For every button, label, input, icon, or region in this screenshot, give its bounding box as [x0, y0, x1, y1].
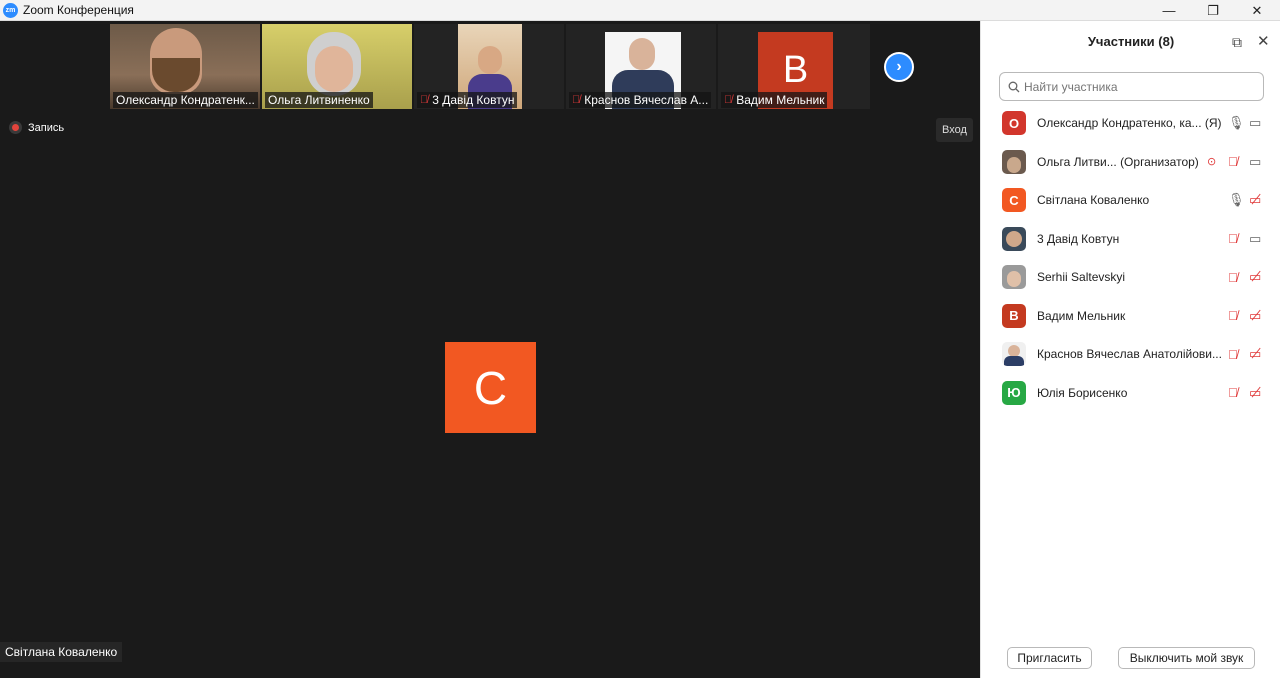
- participant-name: Олександр Кондратенко, ка... (Я): [1037, 116, 1222, 131]
- participant-row[interactable]: В Вадим Мельник 🎙̸ ▭̸: [981, 297, 1280, 336]
- mic-muted-icon[interactable]: 🎙̸: [1228, 270, 1238, 285]
- camera-icon[interactable]: ▭: [1249, 154, 1261, 170]
- gallery-tile-name: 🎙̸ Вадим Мельник: [721, 92, 828, 108]
- avatar: О: [1002, 111, 1026, 136]
- video-stage: Олександр Кондратенк... Ольга Литвиненко…: [0, 21, 980, 678]
- recording-icon: ⊙: [1207, 156, 1217, 169]
- participant-name: Serhii Saltevskyi: [1037, 270, 1126, 285]
- avatar: С: [1002, 188, 1026, 213]
- gallery-tile-name: 🎙̸ 3 Давід Ковтун: [417, 92, 518, 108]
- person-face: [478, 46, 502, 74]
- restore-button[interactable]: ❐: [1190, 0, 1236, 21]
- chevron-right-icon: ›: [896, 58, 902, 75]
- gallery-tile[interactable]: 🎙̸ Краснов Вячеслав А...: [566, 24, 716, 109]
- title-bar: zm Zoom Конференция — ❐ ✕: [0, 0, 1280, 21]
- avatar: [1002, 226, 1026, 251]
- participant-row[interactable]: Serhii Saltevskyi 🎙̸ ▭̸: [981, 258, 1280, 297]
- participant-name: Вадим Мельник: [1037, 308, 1126, 323]
- record-icon: [9, 121, 22, 134]
- camera-off-icon[interactable]: ▭̸: [1249, 346, 1261, 362]
- avatar: Ю: [1002, 380, 1026, 405]
- camera-off-icon[interactable]: ▭̸: [1249, 308, 1261, 324]
- avatar: В: [1002, 303, 1026, 328]
- gallery-tile-name: Ольга Литвиненко: [265, 92, 373, 108]
- active-speaker-avatar: С: [445, 342, 536, 433]
- participant-name: Краснов Вячеслав Анатолійови...: [1037, 347, 1222, 362]
- mic-muted-icon[interactable]: 🎙̸: [1228, 154, 1238, 169]
- mic-muted-icon: 🎙̸: [572, 94, 581, 106]
- gallery-tile[interactable]: Олександр Кондратенк...: [110, 24, 260, 109]
- gallery-tile[interactable]: В 🎙̸ Вадим Мельник: [718, 24, 870, 109]
- avatar: [1002, 149, 1026, 174]
- mic-muted-icon[interactable]: 🎙̸: [1228, 347, 1238, 362]
- recording-label: Запись: [28, 121, 65, 134]
- mute-me-button[interactable]: Выключить мой звук: [1118, 647, 1255, 669]
- participant-row[interactable]: 3 Давід Ковтун 🎙̸ ▭: [981, 220, 1280, 259]
- mic-muted-icon: 🎙̸: [420, 94, 429, 106]
- person-face: [629, 38, 655, 70]
- avatar: [1002, 342, 1026, 367]
- mic-icon[interactable]: 🎙: [1228, 115, 1245, 131]
- close-window-button[interactable]: ✕: [1234, 0, 1280, 21]
- camera-icon[interactable]: ▭: [1249, 115, 1261, 131]
- participant-row[interactable]: Краснов Вячеслав Анатолійови... 🎙̸ ▭̸: [981, 335, 1280, 374]
- mic-muted-icon[interactable]: 🎙̸: [1228, 231, 1238, 246]
- gallery-tile[interactable]: 🎙̸ 3 Давід Ковтун: [414, 24, 564, 109]
- participant-row[interactable]: Ю Юлія Борисенко 🎙̸ ▭̸: [981, 374, 1280, 413]
- participant-name: Юлія Борисенко: [1037, 385, 1128, 400]
- next-page-button[interactable]: ›: [884, 52, 914, 82]
- participant-name: Ольга Литви... (Организатор): [1037, 154, 1199, 169]
- participants-panel: Участники (8) ⧉ ✕ О Олександр Кондратенк…: [980, 21, 1280, 678]
- invite-button[interactable]: Пригласить: [1007, 647, 1092, 669]
- camera-icon[interactable]: ▭: [1249, 231, 1261, 247]
- popout-icon[interactable]: ⧉: [1232, 34, 1242, 51]
- minimize-button[interactable]: —: [1146, 0, 1192, 21]
- camera-off-icon[interactable]: ▭̸: [1249, 192, 1261, 208]
- search-icon: [1008, 81, 1020, 92]
- close-panel-icon[interactable]: ✕: [1257, 32, 1270, 50]
- zoom-logo-icon: zm: [3, 2, 18, 18]
- participant-name: 3 Давід Ковтун: [1037, 231, 1120, 246]
- participant-search[interactable]: [999, 72, 1264, 101]
- participant-row[interactable]: Ольга Литви... (Организатор) ⊙ 🎙̸ ▭: [981, 143, 1280, 182]
- window-title: Zoom Конференция: [23, 3, 134, 17]
- mic-muted-icon[interactable]: 🎙̸: [1228, 385, 1238, 400]
- camera-off-icon[interactable]: ▭̸: [1249, 269, 1261, 285]
- enter-button[interactable]: Вход: [936, 118, 973, 142]
- camera-off-icon[interactable]: ▭̸: [1249, 385, 1261, 401]
- search-input[interactable]: [1024, 79, 1254, 94]
- participant-name: Світлана Коваленко: [1037, 193, 1150, 208]
- gallery-tile-name: Олександр Кондратенк...: [113, 92, 258, 108]
- person-face: [315, 46, 353, 92]
- mic-icon[interactable]: 🎙: [1228, 192, 1245, 208]
- participant-row[interactable]: О Олександр Кондратенко, ка... (Я) 🎙 ▭: [981, 104, 1280, 143]
- recording-indicator[interactable]: Запись: [9, 121, 64, 134]
- mic-muted-icon[interactable]: 🎙̸: [1228, 308, 1238, 323]
- active-speaker-name: Світлана Коваленко: [0, 642, 123, 662]
- participant-list: О Олександр Кондратенко, ка... (Я) 🎙 ▭ О…: [981, 104, 1280, 412]
- mic-muted-icon: 🎙̸: [724, 94, 733, 106]
- gallery-tile-name: 🎙̸ Краснов Вячеслав А...: [569, 92, 712, 108]
- gallery-tile[interactable]: Ольга Литвиненко: [262, 24, 412, 109]
- participant-row[interactable]: С Світлана Коваленко 🎙 ▭̸: [981, 181, 1280, 220]
- avatar: [1002, 265, 1026, 290]
